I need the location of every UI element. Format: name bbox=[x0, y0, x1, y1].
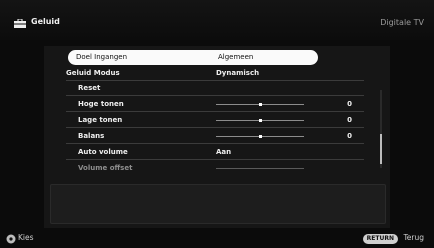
menu-item-label: Hoge tonen bbox=[78, 100, 124, 108]
row-divider bbox=[66, 159, 364, 160]
menu-item-label: Doel Ingangen bbox=[76, 53, 128, 61]
menu-item-label: Lage tonen bbox=[78, 116, 123, 124]
slider-knob[interactable] bbox=[258, 135, 262, 138]
menu-item-value: 0 bbox=[347, 100, 352, 108]
settings-panel: Doel Ingangen Algemeen Geluid Modus Dyna… bbox=[44, 46, 390, 228]
menu-item-value: Algemeen bbox=[218, 53, 254, 61]
menu-item-volume-offset: Volume offset bbox=[66, 161, 364, 176]
menu-item-value: 0 bbox=[347, 132, 352, 140]
menu-item-label: Auto volume bbox=[78, 148, 128, 156]
back-hint: Terug bbox=[403, 233, 424, 242]
input-source-label: Digitale TV bbox=[380, 18, 424, 27]
select-hint: Kies bbox=[18, 233, 34, 242]
menu-item-lage-tonen[interactable]: Lage tonen 0 bbox=[66, 113, 364, 128]
top-bar: Geluid Digitale TV bbox=[0, 0, 434, 40]
level-slider[interactable] bbox=[216, 119, 304, 122]
menu-item-value: 0 bbox=[347, 116, 352, 124]
menu-item-balans[interactable]: Balans 0 bbox=[66, 129, 364, 144]
scrollbar-thumb[interactable] bbox=[380, 134, 382, 164]
menu-item-geluid-modus[interactable]: Geluid Modus Dynamisch bbox=[66, 66, 364, 81]
slider-knob[interactable] bbox=[258, 119, 262, 122]
return-button[interactable]: RETURN bbox=[362, 234, 398, 244]
slider-knob[interactable] bbox=[258, 103, 262, 106]
page-title: Geluid bbox=[31, 17, 60, 26]
row-divider bbox=[66, 127, 364, 128]
row-divider bbox=[66, 143, 364, 144]
bottom-bar: Kies RETURN Terug bbox=[0, 232, 434, 248]
menu-item-value: Dynamisch bbox=[216, 69, 260, 77]
menu-item-label: Reset bbox=[78, 84, 101, 92]
menu-item-reset[interactable]: Reset bbox=[66, 81, 364, 96]
description-box bbox=[50, 184, 386, 224]
toolbox-icon bbox=[14, 19, 26, 28]
menu-item-label: Balans bbox=[78, 132, 105, 140]
row-divider bbox=[66, 111, 364, 112]
menu-item-label: Geluid Modus bbox=[66, 69, 120, 77]
menu-item-label: Volume offset bbox=[78, 164, 133, 172]
dpad-icon bbox=[6, 234, 16, 244]
menu-item-value: Aan bbox=[216, 148, 232, 156]
row-divider bbox=[66, 95, 364, 96]
menu-item-hoge-tonen[interactable]: Hoge tonen 0 bbox=[66, 97, 364, 112]
level-slider bbox=[216, 168, 304, 169]
menu-item-doel-ingangen[interactable]: Doel Ingangen Algemeen bbox=[68, 50, 318, 65]
level-slider[interactable] bbox=[216, 103, 304, 106]
menu-item-auto-volume[interactable]: Auto volume Aan bbox=[66, 145, 364, 160]
level-slider[interactable] bbox=[216, 135, 304, 138]
